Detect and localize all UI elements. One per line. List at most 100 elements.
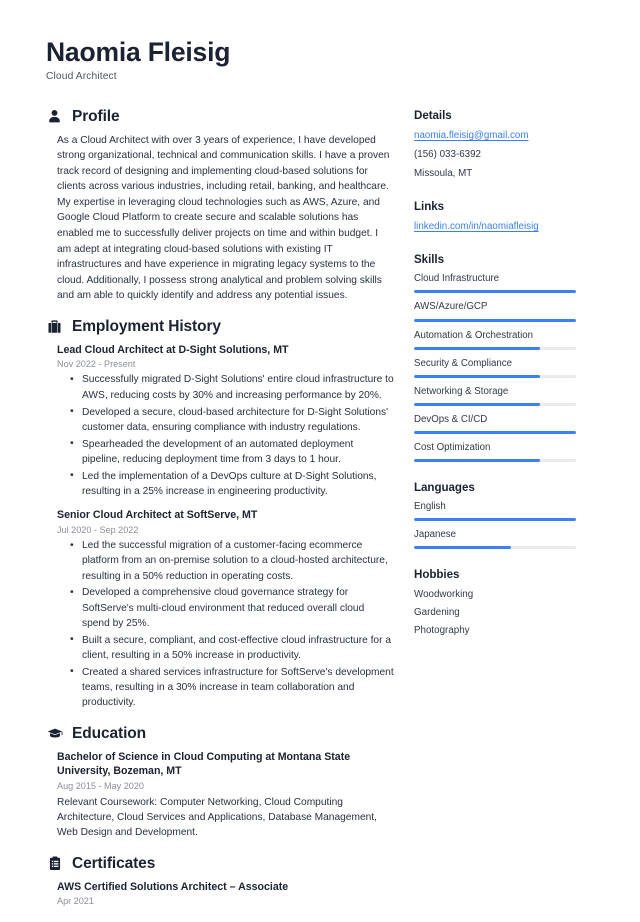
sidebar-skills: Skills Cloud Infrastructure AWS/Azure/GC…	[414, 253, 576, 463]
skill-level-track	[414, 430, 576, 434]
phone-text: (156) 033-6392	[414, 149, 481, 161]
hobby-item: Woodworking	[414, 589, 474, 601]
skill-level-fill	[414, 290, 576, 294]
bullet-item: Built a secure, compliant, and cost-effe…	[70, 632, 394, 664]
graduation-cap-icon	[46, 725, 63, 742]
education-entry-date: Aug 2015 - May 2020	[57, 780, 144, 791]
employment-entry-date: Jul 2020 - Sep 2022	[57, 524, 139, 535]
language-label: English	[414, 501, 446, 513]
skill-item: Automation & Orchestration	[414, 330, 576, 350]
sidebar-links-title: Links	[414, 200, 445, 214]
section-profile-body: As a Cloud Architect with over 3 years o…	[46, 133, 394, 304]
bullet-item: Led the implementation of a DevOps cultu…	[70, 468, 394, 500]
section-employment-body: Lead Cloud Architect at D-Sight Solution…	[46, 343, 394, 711]
person-icon	[46, 108, 63, 125]
employment-entry-title: Lead Cloud Architect at D-Sight Solution…	[57, 343, 289, 356]
section-certificates-header: Certificates	[46, 855, 394, 872]
sidebar-languages-title: Languages	[414, 481, 475, 495]
section-profile-title: Profile	[72, 107, 120, 125]
resume-header: Naomia Fleisig Cloud Architect	[46, 37, 596, 82]
skill-level-track	[414, 290, 576, 294]
hobby-item: Photography	[414, 624, 470, 636]
skill-item: Cloud Infrastructure	[414, 273, 576, 294]
section-certificates: Certificates AWS Certified Solutions Arc…	[46, 855, 394, 908]
sidebar-languages: Languages English Japanese	[414, 481, 576, 550]
employment-entry: Senior Cloud Architect at SoftServe, MT …	[57, 508, 394, 710]
skill-level-fill	[414, 318, 576, 322]
section-employment-header: Employment History	[46, 318, 394, 335]
bullet-item: Spearheaded the development of an automa…	[70, 436, 394, 468]
section-education-body: Bachelor of Science in Cloud Computing a…	[46, 750, 394, 841]
certificate-entry: AWS Certified Solutions Architect – Asso…	[57, 880, 394, 908]
profile-text: As a Cloud Architect with over 3 years o…	[57, 134, 390, 302]
section-education: Education Bachelor of Science in Cloud C…	[46, 725, 394, 841]
skill-level-fill	[414, 430, 576, 434]
employment-entry-date: Nov 2022 - Present	[57, 359, 136, 370]
section-education-title: Education	[72, 724, 147, 742]
candidate-job-title: Cloud Architect	[46, 70, 117, 82]
location-text: Missoula, MT	[414, 168, 473, 180]
skill-item: Cost Optimization	[414, 441, 576, 463]
employment-entry: Lead Cloud Architect at D-Sight Solution…	[57, 343, 394, 500]
skill-label: Networking & Storage	[414, 385, 509, 397]
language-level-fill	[414, 546, 512, 550]
language-item: English	[414, 501, 576, 522]
skill-level-track	[414, 459, 576, 463]
language-label: Japanese	[414, 529, 457, 541]
sidebar-hobbies: Hobbies Woodworking Gardening Photograph…	[414, 568, 576, 638]
skill-label: Security & Compliance	[414, 357, 512, 369]
clipboard-icon	[46, 855, 63, 872]
skill-item: Security & Compliance	[414, 358, 576, 378]
certificate-entry-date: Apr 2021	[57, 896, 94, 907]
skill-item: AWS/Azure/GCP	[414, 301, 576, 322]
hobby-item: Gardening	[414, 606, 460, 618]
skill-level-track	[414, 346, 576, 350]
skill-level-fill	[414, 459, 541, 463]
skill-level-fill	[414, 346, 541, 350]
language-item: Japanese	[414, 529, 576, 550]
sidebar-column: Details naomia.fleisig@gmail.com (156) 0…	[414, 108, 576, 657]
skill-level-fill	[414, 374, 541, 378]
skill-level-fill	[414, 402, 541, 406]
linkedin-link[interactable]: linkedin.com/in/naomiafleisig	[414, 220, 576, 234]
section-education-header: Education	[46, 725, 394, 742]
bullet-item: Developed a comprehensive cloud governan…	[70, 585, 394, 631]
sidebar-links: Links linkedin.com/in/naomiafleisig	[414, 200, 576, 234]
sidebar-hobbies-title: Hobbies	[414, 568, 460, 582]
employment-entry-bullets: Led the successful migration of a custom…	[57, 538, 394, 711]
education-entry-title: Bachelor of Science in Cloud Computing a…	[57, 750, 351, 778]
bullet-item: Led the successful migration of a custom…	[70, 538, 394, 584]
bullet-item: Developed a secure, cloud-based architec…	[70, 404, 394, 436]
education-entry-description: Relevant Coursework: Computer Networking…	[57, 796, 377, 839]
skill-label: Automation & Orchestration	[414, 329, 533, 341]
bullet-item: Successfully migrated D-Sight Solutions'…	[70, 372, 394, 403]
resume-page: Naomia Fleisig Cloud Architect Profile A…	[0, 0, 640, 906]
language-level-fill	[414, 518, 576, 522]
education-entry: Bachelor of Science in Cloud Computing a…	[57, 750, 394, 841]
skill-level-track	[414, 402, 576, 406]
section-employment-title: Employment History	[72, 317, 221, 335]
section-profile-header: Profile	[46, 108, 394, 125]
employment-entry-bullets: Successfully migrated D-Sight Solutions'…	[57, 372, 394, 499]
sidebar-details: Details naomia.fleisig@gmail.com (156) 0…	[414, 109, 576, 182]
skill-item: Networking & Storage	[414, 386, 576, 406]
briefcase-icon	[46, 318, 63, 335]
sidebar-details-title: Details	[414, 108, 452, 122]
skill-level-track	[414, 318, 576, 322]
skill-label: AWS/Azure/GCP	[414, 301, 488, 313]
bullet-item: Created a shared services infrastructure…	[70, 664, 394, 711]
language-level-track	[414, 518, 576, 522]
resume-columns: Profile As a Cloud Architect with over 3…	[46, 108, 596, 922]
employment-entry-title: Senior Cloud Architect at SoftServe, MT	[57, 509, 258, 522]
skill-item: DevOps & CI/CD	[414, 414, 576, 434]
skill-label: DevOps & CI/CD	[414, 413, 488, 425]
sidebar-skills-title: Skills	[414, 253, 444, 267]
skill-label: Cost Optimization	[414, 441, 491, 453]
email-link[interactable]: naomia.fleisig@gmail.com	[414, 129, 576, 143]
candidate-name: Naomia Fleisig	[46, 37, 231, 67]
section-employment: Employment History Lead Cloud Architect …	[46, 318, 394, 711]
skill-level-track	[414, 374, 576, 378]
section-certificates-body: AWS Certified Solutions Architect – Asso…	[46, 880, 394, 908]
skill-label: Cloud Infrastructure	[414, 273, 500, 285]
main-column: Profile As a Cloud Architect with over 3…	[46, 108, 414, 922]
